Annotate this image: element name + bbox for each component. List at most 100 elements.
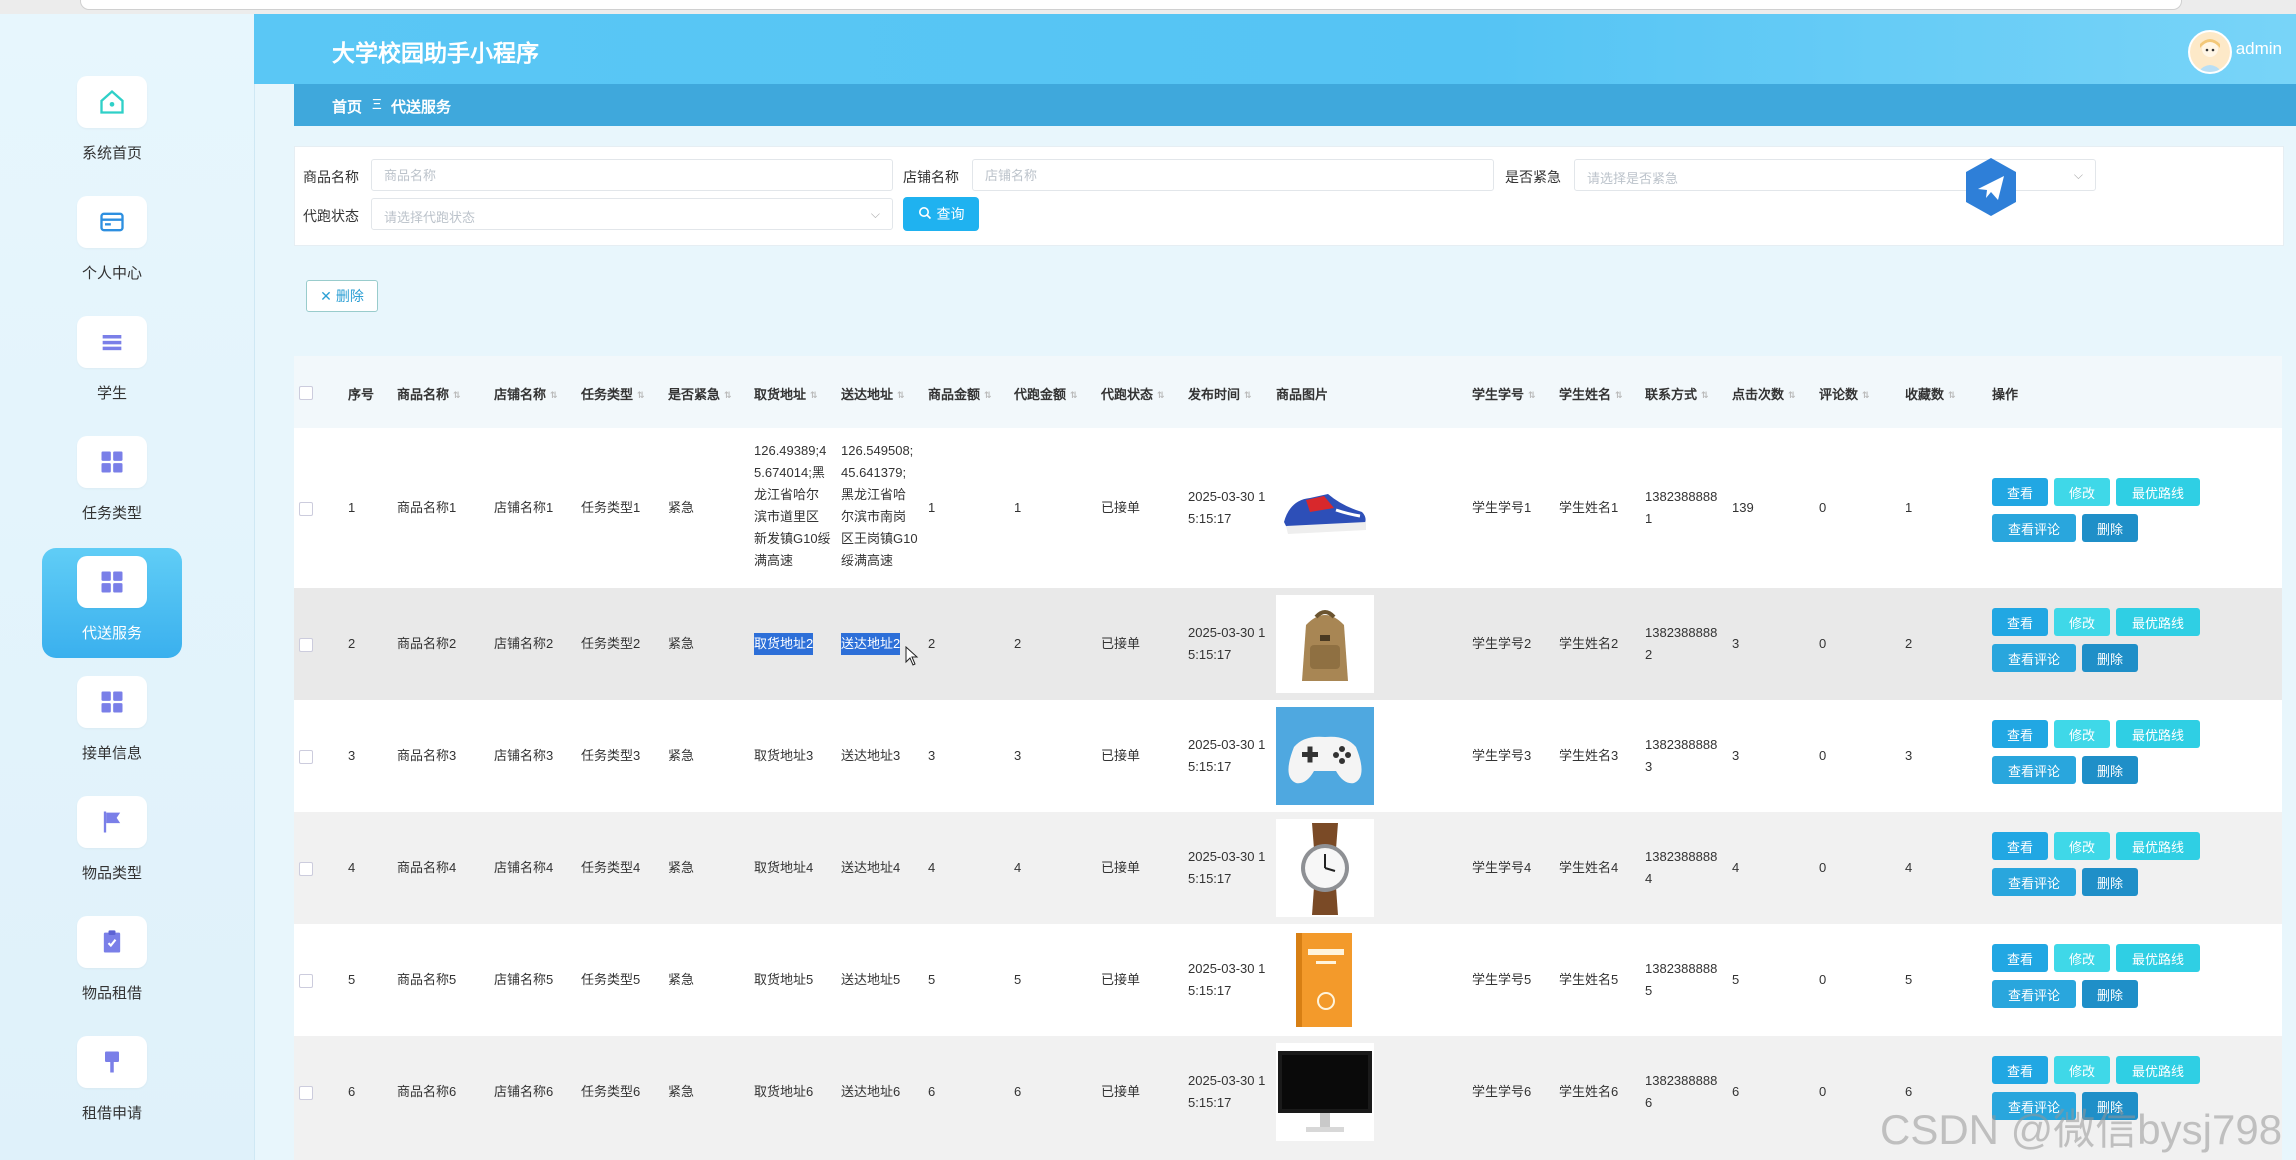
book-image[interactable]: [1276, 931, 1374, 1029]
cell-student-id: 学生学号5: [1472, 972, 1532, 987]
cell-product: 商品名称2: [397, 636, 457, 651]
column-header[interactable]: 学生姓名 ⇅: [1559, 384, 1623, 403]
view-comments-button[interactable]: 查看评论: [1992, 644, 2076, 672]
sidebar-item-profile[interactable]: 个人中心: [42, 188, 182, 298]
status-select[interactable]: 请选择代跑状态 ⌵: [371, 198, 893, 230]
cell-status: 已接单: [1101, 636, 1141, 651]
view-comments-button[interactable]: 查看评论: [1992, 980, 2076, 1008]
column-header[interactable]: 序号: [348, 384, 374, 403]
query-button[interactable]: 查询: [903, 197, 979, 231]
edit-button[interactable]: 修改: [2054, 720, 2110, 748]
batch-delete-label: 删除: [335, 288, 364, 304]
column-header[interactable]: 是否紧急 ⇅: [668, 384, 732, 403]
sidebar-item-label: 接单信息: [81, 745, 142, 762]
best-route-button[interactable]: 最优路线: [2116, 832, 2200, 860]
sidebar-item-student[interactable]: 学生: [42, 308, 182, 418]
view-comments-button[interactable]: 查看评论: [1992, 514, 2076, 542]
row-checkbox[interactable]: [299, 750, 313, 764]
column-header[interactable]: 任务类型 ⇅: [581, 384, 645, 403]
column-header[interactable]: 代跑金额 ⇅: [1014, 384, 1078, 403]
avatar[interactable]: [2188, 30, 2232, 74]
row-checkbox[interactable]: [299, 862, 313, 876]
cell-comments: 0: [1819, 748, 1827, 763]
best-route-button[interactable]: 最优路线: [2116, 1056, 2200, 1084]
column-header[interactable]: 店铺名称 ⇅: [494, 384, 558, 403]
row-checkbox[interactable]: [299, 502, 313, 516]
column-header[interactable]: 取货地址 ⇅: [754, 384, 818, 403]
app-title: 大学校园助手小程序: [332, 40, 539, 66]
column-header[interactable]: 学生学号 ⇅: [1472, 384, 1536, 403]
cell-favs: 5: [1905, 972, 1913, 987]
column-header[interactable]: 评论数 ⇅: [1819, 384, 1870, 403]
best-route-button[interactable]: 最优路线: [2116, 720, 2200, 748]
edit-button[interactable]: 修改: [2054, 608, 2110, 636]
cell-student-name: 学生姓名2: [1559, 636, 1619, 651]
edit-button[interactable]: 修改: [2054, 944, 2110, 972]
breadcrumb-home[interactable]: 首页: [332, 96, 362, 117]
select-all-checkbox[interactable]: [299, 386, 313, 400]
cell-student-id: 学生学号3: [1472, 748, 1532, 763]
view-button[interactable]: 查看: [1992, 1056, 2048, 1084]
view-comments-button[interactable]: 查看评论: [1992, 756, 2076, 784]
sidebar-item-label: 代送服务: [81, 625, 142, 642]
sidebar-item-rental[interactable]: 物品租借: [42, 908, 182, 1018]
cell-fee: 4: [1014, 860, 1022, 875]
cell-index: 3: [348, 748, 356, 763]
column-header[interactable]: 收藏数 ⇅: [1905, 384, 1956, 403]
address-bar[interactable]: [80, 0, 2182, 10]
view-comments-button[interactable]: 查看评论: [1992, 868, 2076, 896]
cell-comments: 0: [1819, 972, 1827, 987]
sidebar-item-item-type[interactable]: 物品类型: [42, 788, 182, 898]
column-header[interactable]: 点击次数 ⇅: [1732, 384, 1796, 403]
watch-image[interactable]: [1276, 819, 1374, 917]
user-name[interactable]: admin: [2236, 39, 2282, 59]
sidebar-item-orders[interactable]: 接单信息: [42, 668, 182, 778]
cell-clicks: 5: [1732, 972, 1740, 987]
cell-index: 5: [348, 972, 356, 987]
delete-button[interactable]: 删除: [2082, 644, 2138, 672]
cell-product: 商品名称4: [397, 860, 457, 875]
paper-plane-icon[interactable]: [1960, 156, 2022, 218]
shoe-image[interactable]: [1276, 460, 1374, 558]
cell-deliver: 送达地址3: [841, 748, 901, 763]
delete-button[interactable]: 删除: [2082, 756, 2138, 784]
best-route-button[interactable]: 最优路线: [2116, 478, 2200, 506]
column-header[interactable]: 商品金额 ⇅: [928, 384, 992, 403]
best-route-button[interactable]: 最优路线: [2116, 608, 2200, 636]
best-route-button[interactable]: 最优路线: [2116, 944, 2200, 972]
delete-button[interactable]: 删除: [2082, 514, 2138, 542]
column-header[interactable]: 送达地址 ⇅: [841, 384, 905, 403]
edit-button[interactable]: 修改: [2054, 832, 2110, 860]
gamepad-image[interactable]: [1276, 707, 1374, 805]
column-header[interactable]: 商品名称 ⇅: [397, 384, 461, 403]
delete-button[interactable]: 删除: [2082, 980, 2138, 1008]
row-checkbox[interactable]: [299, 638, 313, 652]
column-header[interactable]: 代跑状态 ⇅: [1101, 384, 1165, 403]
view-button[interactable]: 查看: [1992, 944, 2048, 972]
sidebar-item-delivery[interactable]: 代送服务: [42, 548, 182, 658]
batch-delete-button[interactable]: ✕ 删除: [306, 280, 378, 312]
cell-phone: 1382388888 5: [1645, 961, 1718, 998]
row-checkbox[interactable]: [299, 974, 313, 988]
sidebar-item-rental-apply[interactable]: 租借申请: [42, 1028, 182, 1138]
column-header[interactable]: 联系方式 ⇅: [1645, 384, 1709, 403]
sidebar-item-task-type[interactable]: 任务类型: [42, 428, 182, 538]
edit-button[interactable]: 修改: [2054, 1056, 2110, 1084]
cell-pickup: 取货地址4: [754, 860, 814, 875]
view-button[interactable]: 查看: [1992, 832, 2048, 860]
row-checkbox[interactable]: [299, 1086, 313, 1100]
view-button[interactable]: 查看: [1992, 720, 2048, 748]
column-header[interactable]: 发布时间 ⇅: [1188, 384, 1252, 403]
cell-deliver: 送达地址4: [841, 860, 901, 875]
shop-name-input[interactable]: [972, 159, 1494, 191]
sidebar-item-label: 租借申请: [81, 1105, 142, 1122]
backpack-image[interactable]: [1276, 595, 1374, 693]
delete-button[interactable]: 删除: [2082, 868, 2138, 896]
monitor-image[interactable]: [1276, 1043, 1374, 1141]
view-button[interactable]: 查看: [1992, 478, 2048, 506]
sidebar-item-home[interactable]: 系统首页: [42, 68, 182, 178]
product-name-input[interactable]: [371, 159, 893, 191]
edit-button[interactable]: 修改: [2054, 478, 2110, 506]
view-button[interactable]: 查看: [1992, 608, 2048, 636]
cell-clicks: 139: [1732, 500, 1754, 515]
